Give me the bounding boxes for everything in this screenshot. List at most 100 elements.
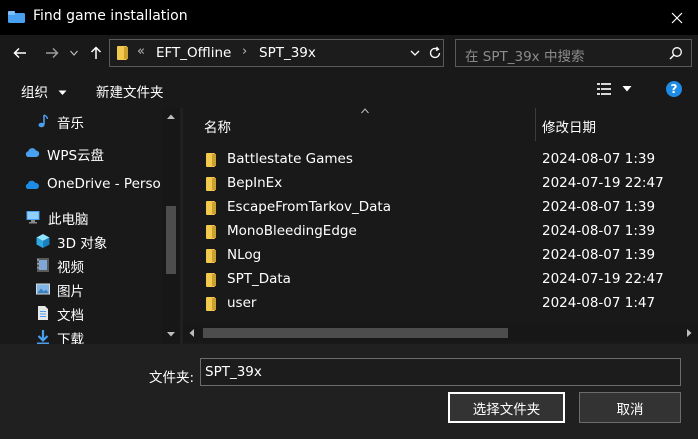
window-title: Find game installation xyxy=(33,8,188,24)
scroll-up-icon[interactable] xyxy=(166,112,176,122)
sidebar-item-documents[interactable]: 文档 xyxy=(0,301,162,325)
file-name: NLog xyxy=(227,247,262,263)
search-placeholder: 在 SPT_39x 中搜索 xyxy=(465,49,585,65)
folder-label: 文件夹: xyxy=(149,370,195,386)
file-row[interactable]: NLog 2024-08-07 1:39 xyxy=(183,244,698,268)
scroll-left-icon[interactable] xyxy=(187,328,197,338)
chevron-down-icon xyxy=(58,90,67,95)
file-modified: 2024-07-19 22:47 xyxy=(542,175,664,191)
scrollbar-thumb[interactable] xyxy=(166,206,176,274)
sidebar-item-3d-objects[interactable]: 3D 对象 xyxy=(0,229,162,253)
sidebar-item-label: 文档 xyxy=(57,308,84,324)
folder-icon xyxy=(206,225,216,239)
sidebar-item-music[interactable]: 音乐 xyxy=(0,109,162,133)
file-modified: 2024-07-19 22:47 xyxy=(542,271,664,287)
back-button[interactable] xyxy=(8,41,32,65)
file-row[interactable]: user 2024-08-07 1:47 xyxy=(183,292,698,316)
sidebar-item-label: 3D 对象 xyxy=(57,236,108,252)
sidebar-item-label: 此电脑 xyxy=(48,212,89,228)
file-list-scrollbar[interactable] xyxy=(183,324,698,342)
picture-icon xyxy=(36,283,50,295)
folder-name-input[interactable] xyxy=(200,358,681,386)
search-icon[interactable] xyxy=(669,46,683,60)
file-modified: 2024-08-07 1:39 xyxy=(542,151,656,167)
forward-button[interactable] xyxy=(40,41,64,65)
address-overflow[interactable]: « xyxy=(137,44,145,59)
arrow-up-icon xyxy=(90,46,102,59)
svg-text:?: ? xyxy=(671,82,678,96)
address-bar[interactable]: « EFT_Offline › SPT_39x xyxy=(109,39,444,67)
download-icon xyxy=(37,330,49,344)
file-name: user xyxy=(227,295,257,311)
view-dropdown-icon[interactable] xyxy=(622,85,632,93)
cancel-button[interactable]: 取消 xyxy=(579,392,681,423)
help-icon[interactable]: ? xyxy=(665,80,683,98)
cube-icon xyxy=(36,234,50,248)
column-divider[interactable] xyxy=(535,108,536,141)
address-segment[interactable]: SPT_39x xyxy=(259,45,316,61)
app-icon xyxy=(8,11,25,23)
folder-icon xyxy=(206,201,216,215)
computer-icon xyxy=(26,211,40,224)
file-name: EscapeFromTarkov_Data xyxy=(227,199,391,215)
file-name: BepInEx xyxy=(227,175,283,191)
new-folder-button[interactable]: 新建文件夹 xyxy=(96,81,164,101)
command-bar: 组织 新建文件夹 ? xyxy=(0,71,698,108)
file-row[interactable]: Battlestate Games 2024-08-07 1:39 xyxy=(183,148,698,172)
folder-icon xyxy=(206,177,216,191)
sidebar-item-pictures[interactable]: 图片 xyxy=(0,277,162,301)
address-separator: › xyxy=(242,44,248,59)
sidebar-item-wps-cloud[interactable]: WPS云盘 xyxy=(0,141,162,165)
navigation-pane-scrollbar[interactable] xyxy=(162,108,180,344)
sidebar-item-onedrive[interactable]: OneDrive - Perso xyxy=(0,173,162,197)
sidebar-item-label: WPS云盘 xyxy=(47,148,105,164)
column-header-modified[interactable]: 修改日期 xyxy=(542,116,596,136)
sidebar-item-videos[interactable]: 视频 xyxy=(0,253,162,277)
scrollbar-thumb[interactable] xyxy=(203,328,508,338)
folder-icon xyxy=(206,153,216,167)
refresh-icon[interactable] xyxy=(427,44,443,62)
title-bar: Find game installation xyxy=(0,0,698,35)
file-modified: 2024-08-07 1:39 xyxy=(542,199,656,215)
file-row[interactable]: SPT_Data 2024-07-19 22:47 xyxy=(183,268,698,292)
arrow-left-icon xyxy=(13,47,26,59)
scroll-down-icon[interactable] xyxy=(166,329,176,339)
onedrive-icon xyxy=(25,180,39,189)
view-options-icon[interactable] xyxy=(596,81,612,97)
dialog-footer: 文件夹: 选择文件夹 取消 xyxy=(0,344,698,439)
file-modified: 2024-08-07 1:39 xyxy=(542,223,656,239)
music-icon xyxy=(38,114,49,128)
arrow-right-icon xyxy=(46,47,59,59)
sidebar-item-label: 音乐 xyxy=(57,116,84,132)
sidebar-item-label: OneDrive - Perso xyxy=(47,176,161,192)
close-button[interactable] xyxy=(656,0,698,35)
column-header-name[interactable]: 名称 xyxy=(204,116,231,136)
organize-label: 组织 xyxy=(21,85,48,101)
file-name: SPT_Data xyxy=(227,271,291,287)
file-name: Battlestate Games xyxy=(227,151,353,167)
folder-icon xyxy=(206,273,216,287)
folder-icon xyxy=(117,46,128,60)
file-modified: 2024-08-07 1:47 xyxy=(542,295,656,311)
sidebar-item-label: 视频 xyxy=(57,260,84,276)
file-modified: 2024-08-07 1:39 xyxy=(542,247,656,263)
up-button[interactable] xyxy=(86,41,106,65)
document-icon xyxy=(38,306,48,320)
file-row[interactable]: EscapeFromTarkov_Data 2024-08-07 1:39 xyxy=(183,196,698,220)
file-row[interactable]: BepInEx 2024-07-19 22:47 xyxy=(183,172,698,196)
sidebar-item-downloads[interactable]: 下载 xyxy=(0,325,162,344)
cloud-icon xyxy=(25,148,40,157)
address-segment[interactable]: EFT_Offline xyxy=(156,45,231,61)
folder-icon xyxy=(206,297,216,311)
organize-menu[interactable]: 组织 xyxy=(21,81,67,101)
address-dropdown-icon[interactable] xyxy=(408,44,422,62)
select-folder-button[interactable]: 选择文件夹 xyxy=(448,392,565,423)
sidebar-item-this-pc[interactable]: 此电脑 xyxy=(0,205,162,229)
navigation-bar: « EFT_Offline › SPT_39x 在 SPT_39x 中搜索 xyxy=(0,35,698,71)
sidebar-item-label: 下载 xyxy=(57,332,84,344)
recent-locations-button[interactable] xyxy=(66,41,82,65)
search-box[interactable]: 在 SPT_39x 中搜索 xyxy=(455,39,692,67)
scroll-right-icon[interactable] xyxy=(684,328,694,338)
file-row[interactable]: MonoBleedingEdge 2024-08-07 1:39 xyxy=(183,220,698,244)
file-name: MonoBleedingEdge xyxy=(227,223,357,239)
